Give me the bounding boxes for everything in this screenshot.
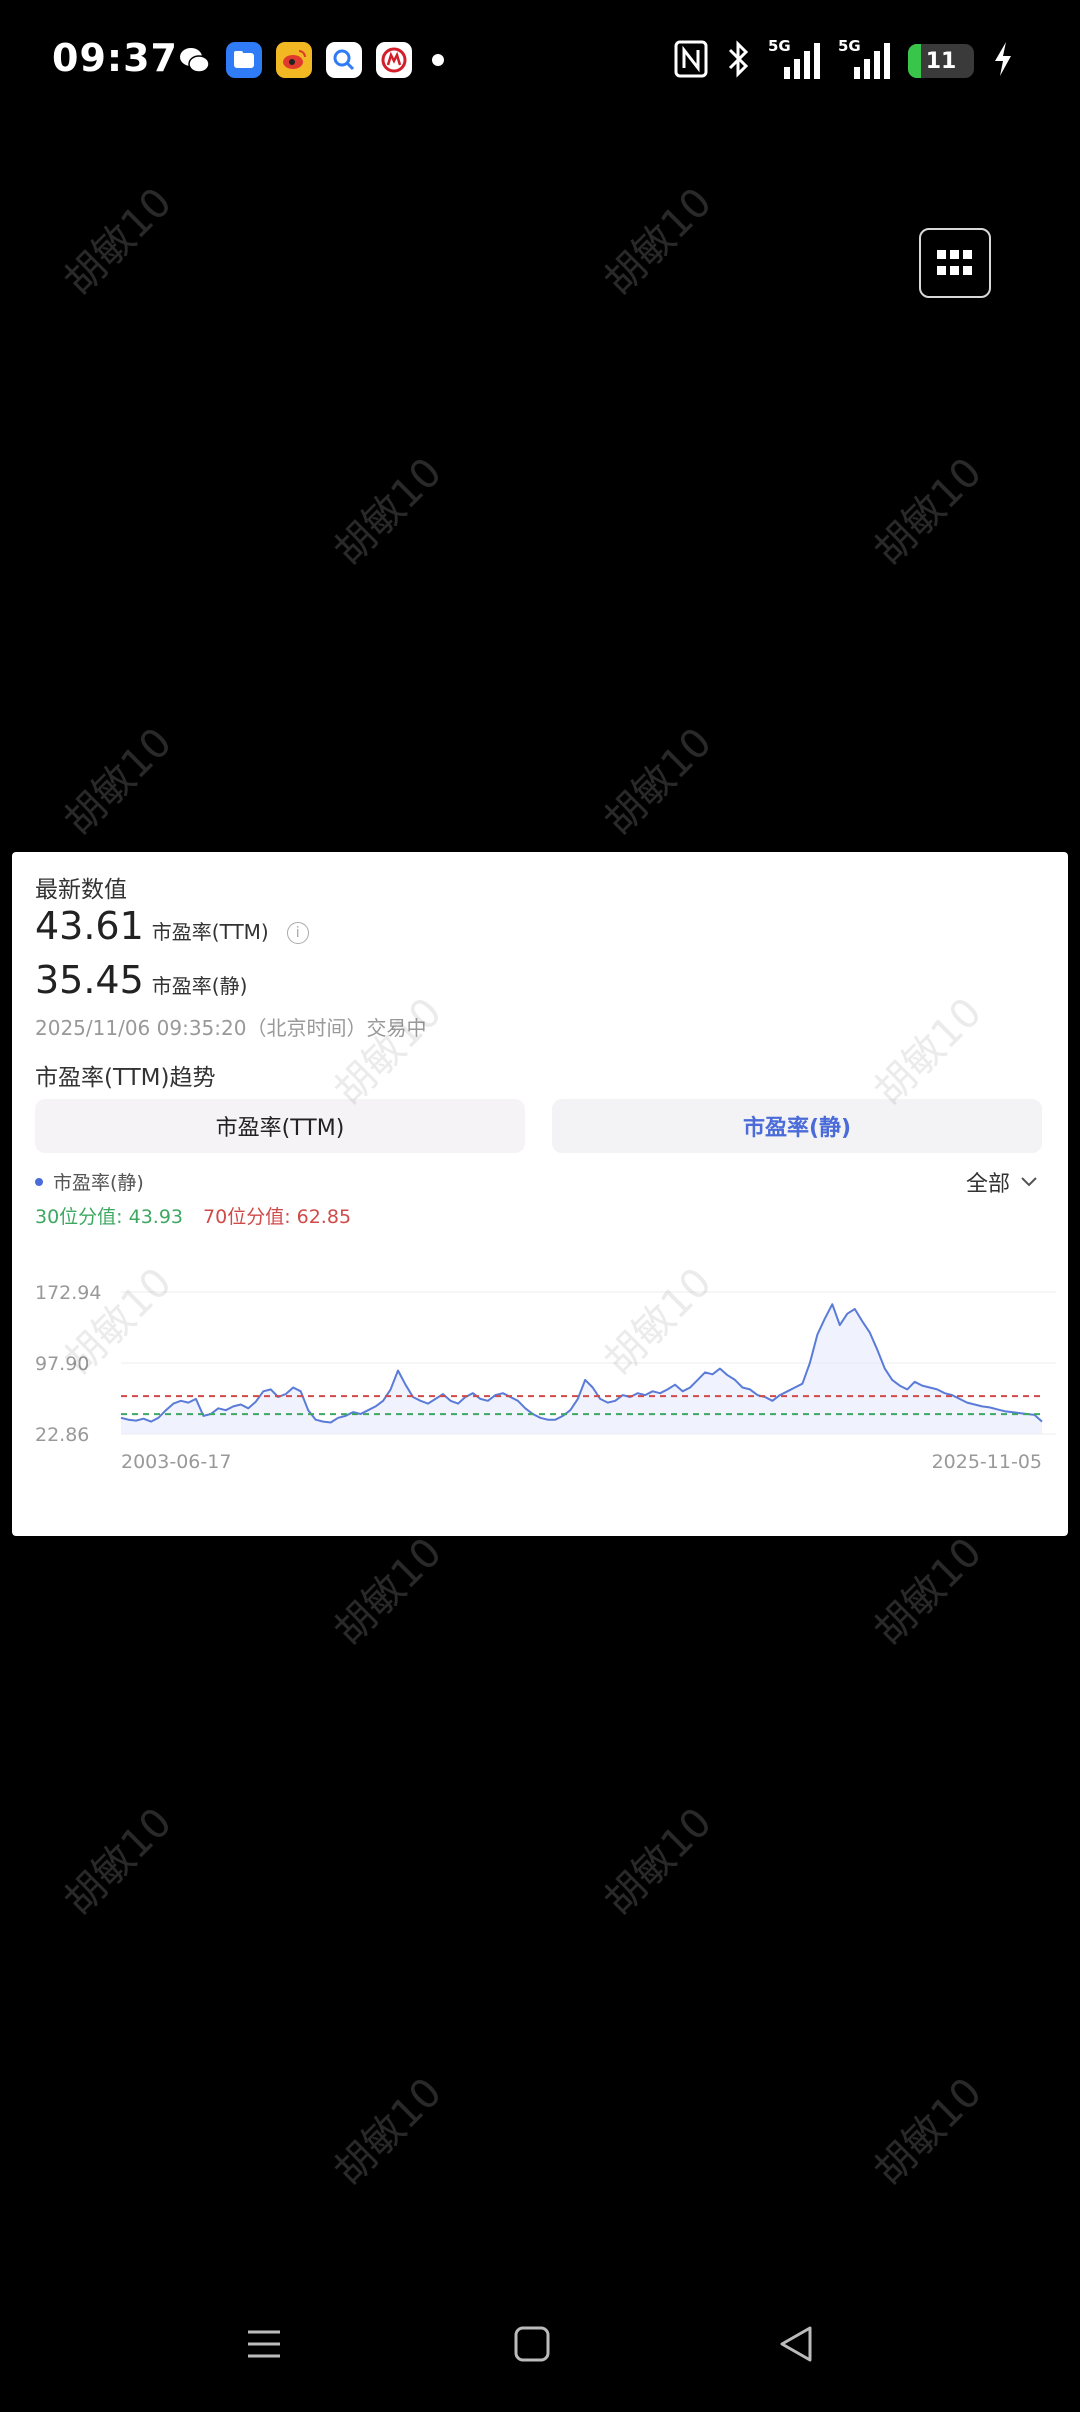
ttm-label: 市盈率(TTM) (151, 920, 269, 944)
chart-legend: 市盈率(静) (35, 1168, 144, 1195)
static-label: 市盈率(静) (151, 974, 248, 998)
watermark-text: 胡敏10 (865, 1529, 991, 1655)
watermark-text: 胡敏10 (865, 2069, 991, 2195)
notification-icons (176, 42, 444, 78)
watermark-text: 胡敏10 (325, 1529, 451, 1655)
ttm-value: 43.61 (35, 904, 144, 948)
battery-level: 11 (925, 48, 957, 74)
trend-title: 市盈率(TTM)趋势 (35, 1065, 216, 1091)
app-grid-button[interactable] (919, 228, 991, 298)
status-time: 09:37 (52, 36, 178, 80)
signal-2-label: 5G (838, 37, 861, 55)
status-bar: 09:37 5G 5G 11 (0, 0, 1080, 124)
percentile-30-label: 30位分值: 43.93 (35, 1206, 184, 1228)
weibo-icon (276, 42, 312, 78)
pe-trend-chart[interactable]: 172.94 97.90 22.86 2003-06-17 2025-11-05 (12, 1232, 1068, 1536)
menu-icon[interactable] (244, 2324, 284, 2368)
y-tick-label: 22.86 (35, 1424, 89, 1446)
static-value: 35.45 (35, 958, 144, 1002)
ttm-value-row: 43.61 市盈率(TTM) i (35, 904, 309, 948)
range-label: 全部 (965, 1172, 1010, 1197)
x-end-label: 2025-11-05 (932, 1451, 1042, 1473)
search-app-icon (326, 42, 362, 78)
x-start-label: 2003-06-17 (121, 1451, 231, 1473)
charging-icon (992, 40, 1014, 82)
legend-dot (35, 1177, 43, 1186)
battery-indicator: 11 (908, 44, 974, 78)
signal-2: 5G (838, 37, 890, 81)
watermark-text: 胡敏10 (865, 449, 991, 575)
screen: 09:37 5G 5G 11 最新数值 43.61 市盈率(TTM) i 35.… (0, 0, 1080, 2412)
legend-label: 市盈率(静) (53, 1172, 144, 1194)
latest-value-title: 最新数值 (35, 877, 127, 903)
range-dropdown[interactable]: 全部 (966, 1166, 1038, 1198)
grid-dots-icon (937, 250, 972, 275)
y-tick-label: 97.90 (35, 1353, 89, 1375)
files-icon (226, 42, 262, 78)
more-notifications-dot (432, 54, 444, 66)
watermark-text: 胡敏10 (55, 719, 181, 845)
battery-fill (908, 44, 921, 78)
chevron-down-icon (1021, 1177, 1037, 1187)
percentile-70-label: 70位分值: 62.85 (203, 1206, 352, 1228)
watermark-text: 胡敏10 (595, 1799, 721, 1925)
watermark-text: 胡敏10 (55, 179, 181, 305)
watermark-text: 胡敏10 (325, 2069, 451, 2195)
y-tick-label: 172.94 (35, 1282, 101, 1304)
back-icon[interactable] (776, 2324, 816, 2368)
bluetooth-icon (726, 40, 750, 82)
nfc-icon (674, 40, 708, 82)
tab-pe-static[interactable]: 市盈率(静) (552, 1099, 1042, 1153)
watermark-text: 胡敏10 (55, 1799, 181, 1925)
static-value-row: 35.45 市盈率(静) (35, 958, 247, 1002)
bank-app-icon (376, 42, 412, 78)
percentile-labels: 30位分值: 43.93 70位分值: 62.85 (35, 1202, 351, 1229)
update-time: 2025/11/06 09:35:20（北京时间）交易中 (35, 1016, 427, 1040)
pe-ratio-panel: 最新数值 43.61 市盈率(TTM) i 35.45 市盈率(静) 2025/… (12, 852, 1068, 1536)
info-icon[interactable]: i (286, 922, 309, 944)
status-indicators: 5G 5G 11 (674, 37, 1014, 82)
signal-1: 5G (768, 37, 820, 81)
watermark-text: 胡敏10 (595, 719, 721, 845)
home-icon[interactable] (512, 2324, 552, 2368)
watermark-text: 胡敏10 (325, 449, 451, 575)
signal-1-label: 5G (768, 37, 791, 55)
tab-pe-ttm[interactable]: 市盈率(TTM) (35, 1099, 525, 1153)
watermark-text: 胡敏10 (595, 179, 721, 305)
wechat-icon (176, 42, 212, 78)
